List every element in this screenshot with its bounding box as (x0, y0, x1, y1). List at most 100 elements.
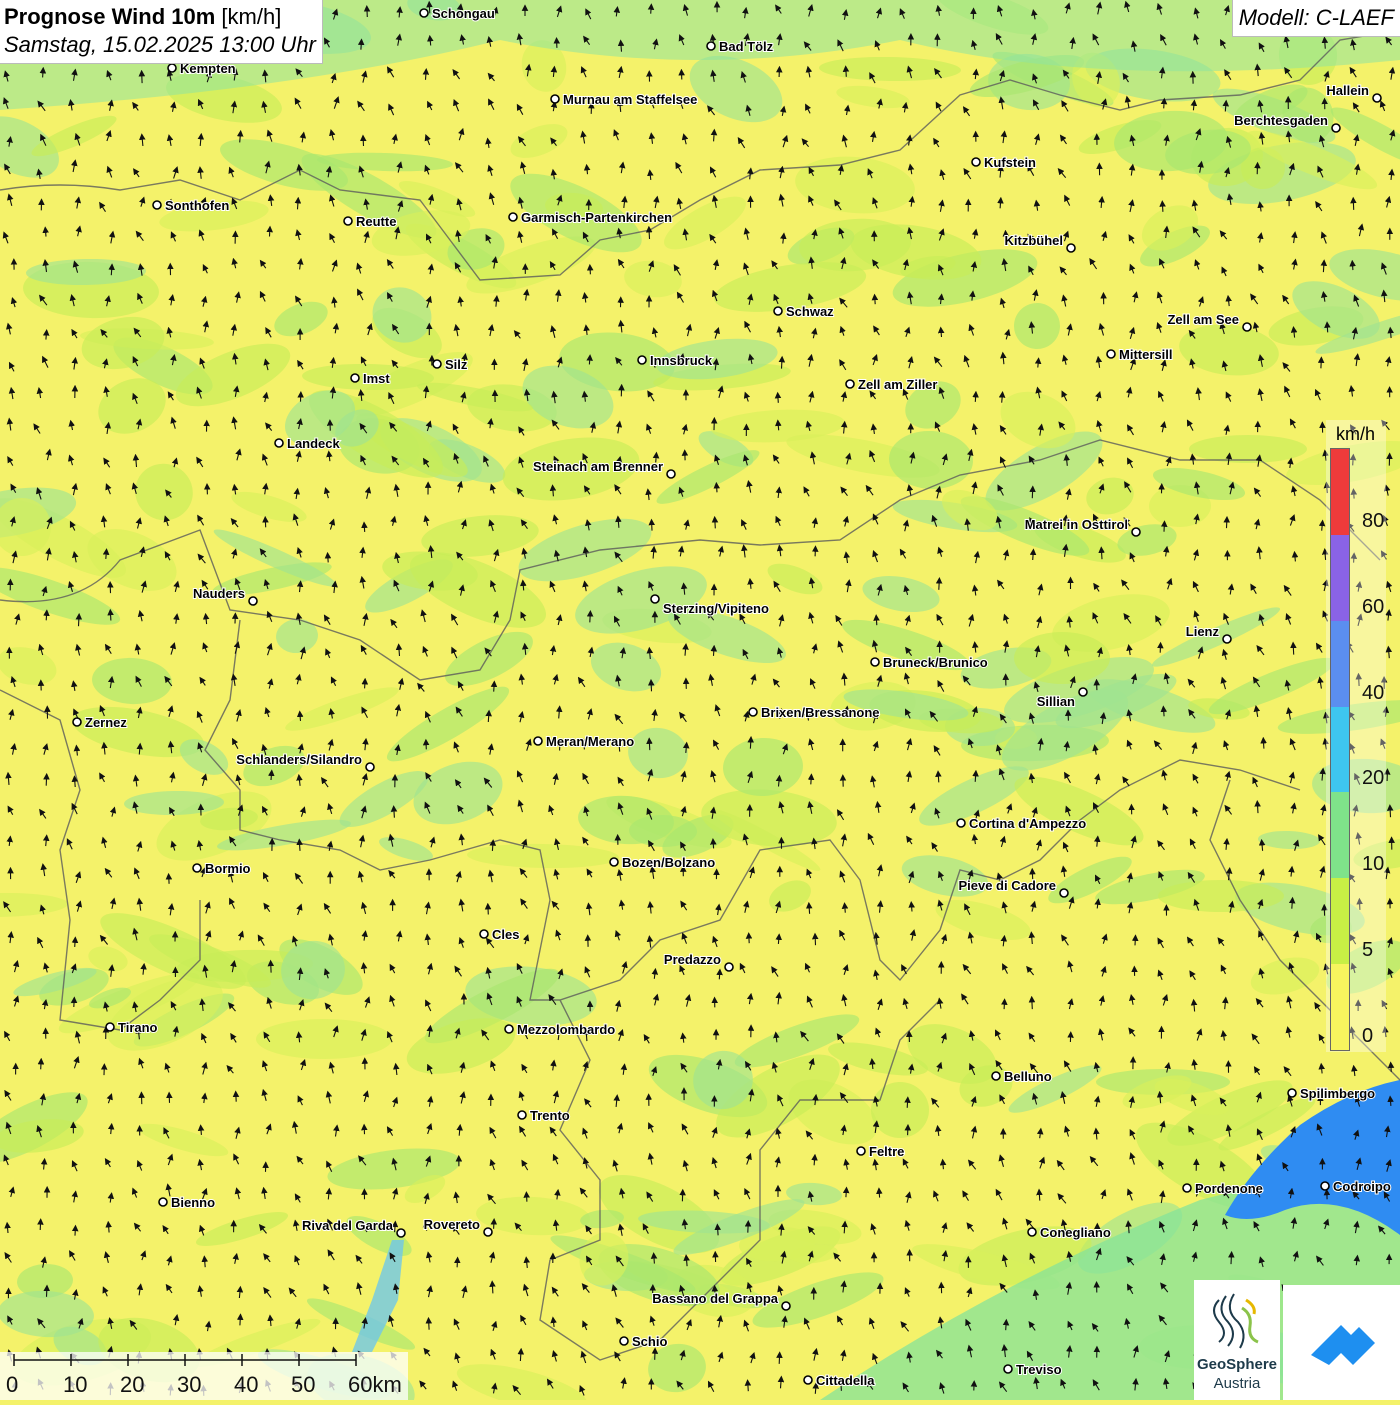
city-marker[interactable]: Conegliano (1028, 1225, 1111, 1240)
wind-arrow (426, 71, 427, 80)
wind-arrow (1391, 1065, 1392, 1072)
wind-arrow (875, 297, 876, 304)
legend-segment (1331, 878, 1349, 964)
geosphere-logo[interactable]: GeoSphere Austria (1194, 1280, 1280, 1400)
wind-arrow (1293, 645, 1294, 655)
wind-arrow (941, 330, 942, 337)
city-label: Bruneck/Brunico (883, 655, 988, 670)
scale-label: 50 (291, 1372, 315, 1398)
city-dot-icon (610, 858, 618, 866)
legend-label: 60 (1362, 596, 1384, 619)
wind-arrow (46, 332, 47, 339)
wind-arrow (298, 200, 299, 209)
city-marker[interactable]: Bozen/Bolzano (610, 855, 715, 870)
wind-arrow (394, 808, 395, 817)
wind-arrow (778, 395, 779, 403)
city-marker[interactable]: Schongau (420, 6, 495, 21)
wind-arrow (1164, 101, 1165, 109)
city-dot-icon (1028, 1228, 1036, 1236)
city-marker[interactable]: Pordenone (1183, 1181, 1263, 1196)
app-logo[interactable] (1283, 1285, 1400, 1400)
city-label: Codroipo (1333, 1179, 1391, 1194)
city-dot-icon (73, 718, 81, 726)
wind-arrow (299, 842, 300, 851)
wind-arrow (1327, 325, 1328, 333)
scale-bar: 0102030405060km (0, 1352, 408, 1400)
city-dot-icon (1067, 244, 1075, 252)
wind-arrow (590, 613, 591, 622)
city-label: Riva del Garda (302, 1218, 394, 1233)
wind-forecast-map[interactable]: SchongauBad TölzKemptenMurnau am Staffel… (0, 0, 1400, 1400)
wind-arrow (651, 7, 652, 14)
legend-label: 80 (1362, 510, 1384, 533)
wind-arrow (939, 580, 940, 590)
scale-labels: 0102030405060km (0, 1372, 408, 1398)
geosphere-emblem-icon (1194, 1280, 1280, 1356)
wind-arrow (240, 1317, 241, 1326)
city-marker[interactable]: Murnau am Staffelsee (551, 92, 697, 107)
city-label: Feltre (869, 1144, 904, 1159)
city-marker[interactable]: Spilimbergo (1288, 1086, 1375, 1101)
wind-arrow (938, 774, 939, 783)
city-label: Imst (363, 371, 390, 386)
city-marker[interactable]: Brixen/Bressanone (749, 705, 880, 720)
city-label: Schongau (432, 6, 495, 21)
city-dot-icon (1107, 350, 1115, 358)
city-marker[interactable]: Innsbruck (638, 353, 713, 368)
wind-arrow (429, 4, 430, 13)
city-dot-icon (480, 930, 488, 938)
city-label: Nauders (193, 586, 245, 601)
city-dot-icon (1060, 889, 1068, 897)
legend-label: 20 (1362, 767, 1384, 790)
city-marker[interactable]: Bruneck/Brunico (871, 655, 988, 670)
city-label: Treviso (1016, 1362, 1062, 1377)
wind-arrow (714, 132, 715, 142)
city-dot-icon (651, 595, 659, 603)
wind-arrow (1295, 554, 1296, 561)
city-dot-icon (344, 217, 352, 225)
city-label: Predazzo (664, 952, 721, 967)
city-label: Trento (530, 1108, 570, 1123)
wind-arrow (814, 1157, 815, 1165)
city-dot-icon (749, 708, 757, 716)
wind-arrow (492, 1284, 493, 1294)
wind-arrow (492, 842, 493, 851)
city-dot-icon (804, 1376, 812, 1384)
wind-arrow (106, 551, 107, 559)
city-dot-icon (1321, 1182, 1329, 1190)
city-marker[interactable]: Meran/Merano (534, 734, 634, 749)
scale-label: 10 (63, 1372, 87, 1398)
wind-arrow (778, 937, 779, 944)
wind-arrow (201, 1128, 202, 1135)
city-dot-icon (667, 470, 675, 478)
city-dot-icon (1004, 1365, 1012, 1373)
city-dot-icon (1223, 635, 1231, 643)
city-dot-icon (992, 1072, 1000, 1080)
city-label: Zell am See (1167, 312, 1239, 327)
city-dot-icon (420, 9, 428, 17)
wind-arrow (1101, 550, 1102, 560)
wind-arrow (1352, 263, 1353, 270)
city-label: Tirano (118, 1020, 158, 1035)
wind-arrow (1390, 807, 1391, 817)
city-dot-icon (1243, 323, 1251, 331)
city-dot-icon (1132, 528, 1140, 536)
wind-arrow (748, 1382, 749, 1391)
wind-arrow (911, 904, 912, 911)
city-marker[interactable]: Mezzolombardo (505, 1022, 615, 1037)
wind-arrow (488, 713, 489, 722)
wind-patch (256, 1019, 392, 1059)
city-dot-icon (957, 819, 965, 827)
city-marker[interactable]: Garmisch-Partenkirchen (509, 210, 672, 225)
city-marker[interactable]: Sonthofen (153, 198, 229, 213)
city-label: Steinach am Brenner (533, 459, 663, 474)
city-label: Bienno (171, 1195, 215, 1210)
city-marker[interactable]: Cortina d'Ampezzo (957, 816, 1086, 831)
wind-arrow (1033, 552, 1034, 560)
scale-label: 20 (120, 1372, 144, 1398)
city-marker[interactable]: Zell am Ziller (846, 377, 937, 392)
wind-arrow (587, 167, 588, 174)
city-label: Bad Tölz (719, 39, 774, 54)
city-label: Cles (492, 927, 519, 942)
legend-segment (1331, 535, 1349, 621)
